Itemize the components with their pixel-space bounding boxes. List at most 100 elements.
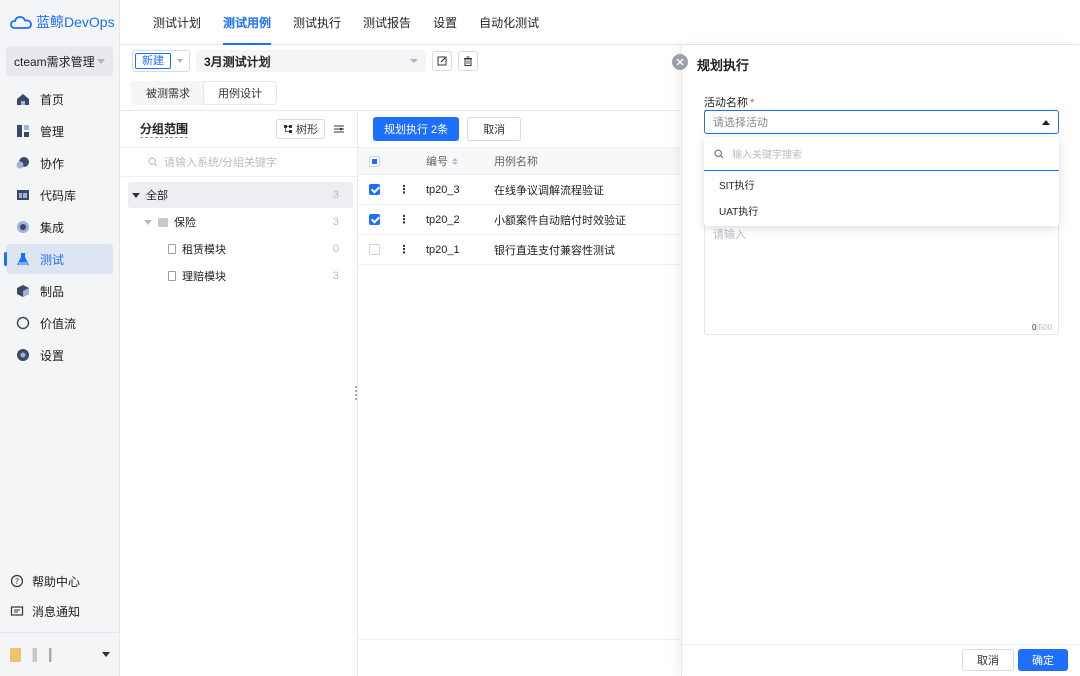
- column-id[interactable]: 编号: [418, 153, 494, 169]
- tab-test-report[interactable]: 测试报告: [352, 0, 422, 44]
- sidebar-item-valuestream[interactable]: 价值流: [6, 308, 113, 338]
- file-icon: [168, 271, 176, 281]
- table-row[interactable]: ⋮ tp20_2 小额案件自动赔付时效验证: [358, 205, 680, 235]
- group-header: 分组范围 树形: [120, 111, 357, 147]
- tree-node-insurance[interactable]: 保险 3: [128, 209, 353, 235]
- divider: [358, 639, 680, 640]
- filter-icon[interactable]: [333, 124, 345, 134]
- activity-select[interactable]: 请选择活动: [704, 110, 1059, 134]
- tab-test-cases[interactable]: 测试用例: [212, 0, 282, 45]
- tree-node-lease-module[interactable]: 租赁模块 0: [128, 236, 353, 262]
- tab-settings[interactable]: 设置: [422, 0, 468, 44]
- avatar: [10, 647, 66, 662]
- home-icon: [16, 92, 30, 106]
- help-center-link[interactable]: ? 帮助中心: [0, 566, 120, 596]
- group-search-placeholder: 请输入系统/分组关键字: [164, 157, 278, 169]
- integration-icon: [16, 220, 30, 234]
- brand-logo[interactable]: 蓝鲸DevOps: [0, 0, 119, 44]
- brand-name: 蓝鲸DevOps: [36, 14, 115, 30]
- sidebar-item-label: 首页: [40, 92, 65, 107]
- plan-execution-button[interactable]: 规划执行 2条: [373, 117, 460, 141]
- tree-node-label: 保险: [174, 217, 196, 229]
- tree-node-label: 理赔模块: [182, 271, 226, 283]
- help-center-label: 帮助中心: [32, 574, 81, 589]
- more-icon[interactable]: ⋮: [390, 243, 418, 256]
- project-selector[interactable]: cteam需求管理: [6, 46, 113, 76]
- chevron-down-icon: [410, 59, 418, 63]
- sidebar-item-settings[interactable]: 设置: [6, 340, 113, 370]
- more-icon[interactable]: ⋮: [390, 213, 418, 226]
- column-id-label: 编号: [426, 156, 448, 168]
- chevron-down-icon: [97, 58, 105, 64]
- close-drawer-button[interactable]: [672, 54, 688, 70]
- tree-node-all[interactable]: 全部 3: [128, 182, 353, 208]
- tree-node-claims-module[interactable]: 理赔模块 3: [128, 263, 353, 289]
- search-icon: [714, 148, 724, 159]
- edit-plan-button[interactable]: [432, 51, 452, 71]
- message-icon: [10, 604, 24, 618]
- row-checkbox[interactable]: [368, 244, 380, 255]
- activity-label-text: 活动名称: [704, 97, 748, 109]
- close-icon: [676, 58, 684, 66]
- cancel-selection-button[interactable]: 取消: [467, 117, 522, 141]
- sidebar-item-label: 设置: [40, 348, 65, 363]
- delete-plan-button[interactable]: [458, 51, 478, 71]
- tree-view-label: 树形: [296, 124, 318, 136]
- group-actions: 树形: [276, 119, 345, 139]
- sidebar: 蓝鲸DevOps cteam需求管理 首页 管理 协作 代码库 集成 测试 制品…: [0, 0, 120, 676]
- tab-automation[interactable]: 自动化测试: [468, 0, 550, 44]
- messages-link[interactable]: 消息通知: [0, 596, 120, 626]
- sidebar-item-artifact[interactable]: 制品: [6, 276, 113, 306]
- sidebar-item-label: 价值流: [40, 316, 77, 331]
- case-id: tp20_2: [426, 213, 460, 226]
- tree-view-button[interactable]: 树形: [276, 119, 325, 139]
- option-sit[interactable]: SIT执行: [704, 171, 1059, 197]
- textarea-placeholder: 请输入: [713, 229, 746, 241]
- artifact-icon: [16, 284, 30, 298]
- sidebar-bottom: ? 帮助中心 消息通知: [0, 566, 120, 676]
- cancel-button[interactable]: 取消: [962, 649, 1014, 671]
- table-row[interactable]: ⋮ tp20_1 银行直连支付兼容性测试: [358, 235, 680, 265]
- char-counter: 0/500: [1032, 323, 1052, 332]
- sidebar-item-label: 协作: [40, 156, 65, 171]
- table-row[interactable]: ⋮ tp20_3 在线争议调解流程验证: [358, 175, 680, 205]
- test-icon: [16, 252, 30, 266]
- confirm-button[interactable]: 确定: [1018, 649, 1068, 671]
- plan-execution-drawer: 规划执行 活动名称 * 请选择活动 请输入 0/500 输入关键字搜索 SIT执行…: [681, 45, 1080, 676]
- sidebar-item-test[interactable]: 测试: [4, 244, 113, 274]
- user-menu[interactable]: [0, 632, 120, 676]
- required-mark: *: [750, 97, 755, 109]
- dropdown-search-input[interactable]: 输入关键字搜索: [704, 137, 1059, 171]
- new-button[interactable]: 新建: [132, 50, 190, 72]
- panel-resize-handle[interactable]: [355, 386, 357, 400]
- top-nav: 测试计划 测试用例 测试执行 测试报告 设置 自动化测试: [120, 0, 1080, 45]
- tree-icon: [283, 124, 293, 134]
- group-search-input[interactable]: 请输入系统/分组关键字: [120, 147, 357, 177]
- case-name: 在线争议调解流程验证: [494, 184, 604, 197]
- tree-node-count: 0: [332, 243, 339, 255]
- dropdown-search-placeholder: 输入关键字搜索: [732, 150, 802, 161]
- drawer-title: 规划执行: [697, 58, 750, 73]
- manage-icon: [16, 124, 30, 138]
- select-all-checkbox[interactable]: [368, 155, 380, 167]
- sidebar-item-label: 制品: [40, 284, 65, 299]
- tab-tested-requirements[interactable]: 被测需求: [132, 82, 204, 104]
- case-id: tp20_3: [426, 183, 460, 196]
- sidebar-item-manage[interactable]: 管理: [6, 116, 113, 146]
- sidebar-item-repo[interactable]: 代码库: [6, 180, 113, 210]
- sidebar-item-home[interactable]: 首页: [6, 84, 113, 114]
- table-header: 编号 用例名称: [358, 147, 680, 175]
- tab-test-plan[interactable]: 测试计划: [142, 0, 212, 44]
- sidebar-item-collab[interactable]: 协作: [6, 148, 113, 178]
- option-uat[interactable]: UAT执行: [704, 197, 1059, 223]
- plan-select[interactable]: 3月测试计划: [196, 50, 426, 72]
- row-checkbox[interactable]: [368, 184, 380, 195]
- tab-test-execution[interactable]: 测试执行: [282, 0, 352, 44]
- file-icon: [168, 244, 176, 254]
- tab-case-design[interactable]: 用例设计: [204, 82, 276, 104]
- sidebar-item-integration[interactable]: 集成: [6, 212, 113, 242]
- row-checkbox[interactable]: [368, 214, 380, 225]
- description-textarea[interactable]: 请输入 0/500: [704, 217, 1059, 335]
- sidebar-item-label: 集成: [40, 220, 65, 235]
- more-icon[interactable]: ⋮: [390, 183, 418, 196]
